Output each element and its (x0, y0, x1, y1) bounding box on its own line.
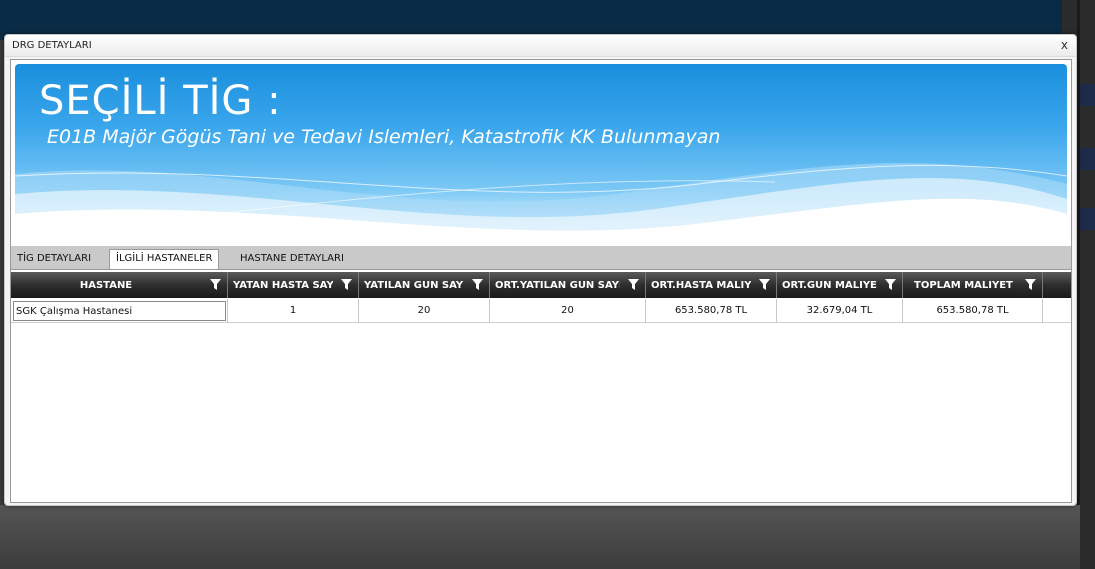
column-header-label: TOPLAM MALİYET (914, 280, 1013, 291)
column-header-avg-patient-cost[interactable]: ORT.HASTA MALİYETİ (646, 272, 777, 298)
banner-subtitle: E01B Majör Gögüs Tani ve Tedavi Islemler… (47, 126, 721, 148)
column-header-label: ORT.HASTA MALİYETİ (651, 280, 751, 291)
filter-icon[interactable] (210, 279, 221, 290)
filter-icon[interactable] (472, 279, 483, 290)
column-header-avg-day-cost[interactable]: ORT.GÜN MALİYETİ (777, 272, 903, 298)
cell-avg-stay-days[interactable]: 20 (490, 299, 646, 323)
column-header-filler (1043, 272, 1071, 298)
tab-hospital-details[interactable]: HASTANE DETAYLARI (234, 250, 350, 269)
column-header-hastane[interactable]: HASTANE (11, 272, 228, 298)
column-header-inpatient-count[interactable]: YATAN HASTA SAYISI (228, 272, 359, 298)
dialog-content: SEÇİLİ TİG : E01B Majör Gögüs Tani ve Te… (10, 59, 1072, 503)
column-header-label: YATILAN GÜN SAYISI (364, 280, 464, 291)
cell-hospital-value[interactable]: SGK Çalışma Hastanesi (13, 301, 226, 321)
column-header-label: HASTANE (79, 280, 133, 291)
cell-total-cost[interactable]: 653.580,78 TL (903, 299, 1043, 323)
close-icon[interactable]: x (1061, 38, 1068, 52)
cell-hospital[interactable]: SGK Çalışma Hastanesi (11, 299, 228, 323)
cell-avg-day-cost[interactable]: 32.679,04 TL (777, 299, 903, 323)
column-header-label: YATAN HASTA SAYISI (233, 280, 333, 291)
column-header-label: ORT.YATILAN GÜN SAYISI (495, 280, 620, 291)
filter-icon[interactable] (341, 279, 352, 290)
column-header-total-cost[interactable]: TOPLAM MALİYET (903, 272, 1043, 298)
filter-icon[interactable] (885, 279, 896, 290)
background-strip (1080, 208, 1095, 230)
background-strip (1080, 84, 1095, 106)
drg-details-dialog: DRG DETAYLARI x SEÇİLİ TİG : E01B Majör … (4, 34, 1077, 506)
filter-icon[interactable] (628, 279, 639, 290)
background-app-footer (0, 505, 1080, 569)
filter-icon[interactable] (1025, 279, 1036, 290)
cell-stay-days[interactable]: 20 (359, 299, 490, 323)
column-header-avg-stay-days[interactable]: ORT.YATILAN GÜN SAYISI (490, 272, 646, 298)
dialog-titlebar[interactable]: DRG DETAYLARI x (5, 35, 1076, 57)
hospitals-grid: HASTANE YATAN HASTA SAYISI YATILAN GÜN S… (11, 269, 1071, 502)
cell-inpatient-count[interactable]: 1 (228, 299, 359, 323)
tab-tig-details[interactable]: TİG DETAYLARI (11, 250, 97, 269)
tab-related-hospitals[interactable]: İLGİLİ HASTANELER (109, 249, 220, 270)
background-strip (1080, 148, 1095, 170)
dialog-title: DRG DETAYLARI (12, 40, 92, 51)
column-header-stay-days[interactable]: YATILAN GÜN SAYISI (359, 272, 490, 298)
tab-bar: TİG DETAYLARI İLGİLİ HASTANELER HASTANE … (11, 246, 1071, 270)
banner-heading: SEÇİLİ TİG : (39, 78, 282, 124)
filter-icon[interactable] (759, 279, 770, 290)
banner: SEÇİLİ TİG : E01B Majör Gögüs Tani ve Te… (15, 64, 1067, 244)
column-header-label: ORT.GÜN MALİYETİ (782, 280, 877, 291)
cell-avg-patient-cost[interactable]: 653.580,78 TL (646, 299, 777, 323)
table-row[interactable]: SGK Çalışma Hastanesi 1 20 20 653.580,78… (11, 299, 1071, 323)
